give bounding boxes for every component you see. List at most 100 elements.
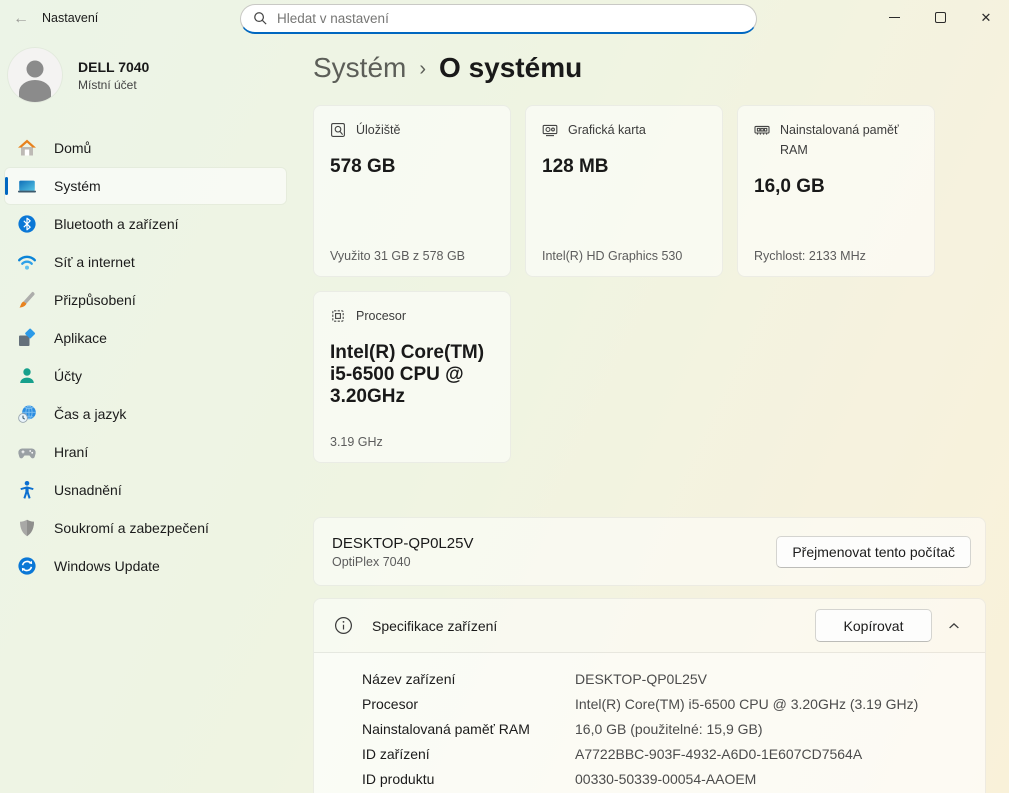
sidebar-item-label: Aplikace	[54, 330, 107, 346]
privacy-icon	[17, 518, 37, 538]
close-button[interactable]: ✕	[963, 0, 1009, 34]
system-icon	[17, 176, 37, 196]
card-footer: 3.19 GHz	[330, 435, 494, 449]
maximize-icon	[935, 12, 946, 23]
minimize-icon	[889, 17, 900, 18]
card-value: Intel(R) Core(TM) i5-6500 CPU @ 3.20GHz	[330, 342, 494, 408]
sidebar: DELL 7040 Místní účet Domů Systém Blueto…	[0, 40, 300, 793]
device-name: DESKTOP-QP0L25V	[332, 535, 473, 552]
gpu-icon	[542, 122, 558, 138]
maximize-button[interactable]	[917, 0, 963, 34]
sidebar-item-label: Systém	[54, 178, 101, 194]
user-account-block[interactable]: DELL 7040 Místní účet	[0, 40, 300, 102]
close-icon: ✕	[981, 11, 992, 24]
breadcrumb: Systém › O systému	[313, 52, 582, 84]
sidebar-item-accounts[interactable]: Účty	[5, 358, 286, 394]
sidebar-item-label: Čas a jazyk	[54, 406, 126, 422]
card-footer: Intel(R) HD Graphics 530	[542, 249, 706, 263]
card-title: Nainstalovaná paměť RAM	[780, 120, 918, 160]
spec-value: DESKTOP-QP0L25V	[575, 671, 985, 687]
storage-icon	[330, 122, 346, 138]
spec-row-product-id: ID produktu 00330-50339-00054-AAOEM	[362, 766, 985, 791]
sidebar-item-label: Windows Update	[54, 558, 160, 574]
sidebar-item-label: Domů	[54, 140, 91, 156]
time-language-icon	[17, 404, 37, 424]
card-title: Grafická karta	[568, 120, 646, 140]
chevron-right-icon: ›	[419, 58, 426, 81]
main-content: Systém › O systému Úložiště 578 GB Využi…	[313, 40, 989, 793]
ram-icon	[754, 122, 770, 138]
bluetooth-icon	[17, 214, 37, 234]
spec-row-processor: Procesor Intel(R) Core(TM) i5-6500 CPU @…	[362, 691, 985, 716]
storage-card: Úložiště 578 GB Využito 31 GB z 578 GB	[313, 105, 511, 277]
sidebar-nav: Domů Systém Bluetooth a zařízení Síť a i…	[0, 130, 300, 584]
sidebar-item-time-language[interactable]: Čas a jazyk	[5, 396, 286, 432]
sidebar-item-personalization[interactable]: Přizpůsobení	[5, 282, 286, 318]
rename-pc-button[interactable]: Přejmenovat tento počítač	[776, 536, 971, 568]
breadcrumb-parent[interactable]: Systém	[313, 52, 406, 84]
device-specs-header[interactable]: Specifikace zařízení Kopírovat	[314, 599, 985, 653]
sidebar-item-bluetooth-devices[interactable]: Bluetooth a zařízení	[5, 206, 286, 242]
sidebar-item-gaming[interactable]: Hraní	[5, 434, 286, 470]
minimize-button[interactable]	[871, 0, 917, 34]
sidebar-item-apps[interactable]: Aplikace	[5, 320, 286, 356]
card-footer: Rychlost: 2133 MHz	[754, 249, 918, 263]
sidebar-item-label: Soukromí a zabezpečení	[54, 520, 209, 536]
person-icon	[8, 48, 62, 102]
gaming-icon	[17, 442, 37, 462]
windows-update-icon	[17, 556, 37, 576]
card-title: Procesor	[356, 306, 406, 326]
sidebar-item-label: Usnadnění	[54, 482, 122, 498]
device-specs-expander: Specifikace zařízení Kopírovat Název zař…	[313, 598, 986, 793]
spec-label: ID zařízení	[362, 746, 575, 762]
search-input[interactable]	[277, 11, 744, 26]
summary-cards: Úložiště 578 GB Využito 31 GB z 578 GB G…	[313, 105, 953, 463]
accessibility-icon	[17, 480, 37, 500]
device-model: OptiPlex 7040	[332, 555, 473, 569]
apps-icon	[17, 328, 37, 348]
card-value: 128 MB	[542, 156, 706, 178]
sidebar-item-privacy-security[interactable]: Soukromí a zabezpečení	[5, 510, 286, 546]
avatar	[8, 48, 62, 102]
copy-button[interactable]: Kopírovat	[815, 609, 932, 642]
title-bar: ← Nastavení ✕	[0, 0, 1009, 40]
ram-card: Nainstalovaná paměť RAM 16,0 GB Rychlost…	[737, 105, 935, 277]
spec-label: ID produktu	[362, 771, 575, 787]
sidebar-item-network-internet[interactable]: Síť a internet	[5, 244, 286, 280]
card-footer: Využito 31 GB z 578 GB	[330, 249, 494, 263]
device-specs-title: Specifikace zařízení	[372, 618, 497, 634]
back-button[interactable]: ←	[8, 8, 34, 30]
home-icon	[17, 138, 37, 158]
spec-value: Intel(R) Core(TM) i5-6500 CPU @ 3.20GHz …	[575, 696, 985, 712]
device-name-card: DESKTOP-QP0L25V OptiPlex 7040 Přejmenova…	[313, 517, 986, 586]
sidebar-item-label: Hraní	[54, 444, 88, 460]
spec-row-device-name: Název zařízení DESKTOP-QP0L25V	[362, 666, 985, 691]
accounts-icon	[17, 366, 37, 386]
spec-value: A7722BBC-903F-4932-A6D0-1E607CD7564A	[575, 746, 985, 762]
spec-label: Procesor	[362, 696, 575, 712]
sidebar-item-label: Účty	[54, 368, 82, 384]
page-title: O systému	[439, 52, 582, 84]
sidebar-item-label: Bluetooth a zařízení	[54, 216, 179, 232]
spec-value: 16,0 GB (použitelné: 15,9 GB)	[575, 721, 985, 737]
card-value: 16,0 GB	[754, 176, 918, 198]
sidebar-item-home[interactable]: Domů	[5, 130, 286, 166]
sidebar-item-windows-update[interactable]: Windows Update	[5, 548, 286, 584]
sidebar-item-label: Síť a internet	[54, 254, 135, 270]
device-specs-body: Název zařízení DESKTOP-QP0L25V Procesor …	[314, 653, 985, 793]
sidebar-item-system[interactable]: Systém	[5, 168, 286, 204]
cpu-icon	[330, 308, 346, 324]
search-box[interactable]	[240, 4, 757, 34]
spec-row-ram: Nainstalovaná paměť RAM 16,0 GB (použite…	[362, 716, 985, 741]
user-account-type: Místní účet	[78, 78, 149, 92]
card-value: 578 GB	[330, 156, 494, 178]
info-icon	[334, 616, 353, 635]
sidebar-item-accessibility[interactable]: Usnadnění	[5, 472, 286, 508]
user-name: DELL 7040	[78, 59, 149, 75]
network-icon	[17, 252, 37, 272]
chevron-up-icon[interactable]	[939, 611, 969, 641]
spec-label: Název zařízení	[362, 671, 575, 687]
search-icon	[253, 11, 268, 26]
graphics-card: Grafická karta 128 MB Intel(R) HD Graphi…	[525, 105, 723, 277]
spec-value: 00330-50339-00054-AAOEM	[575, 771, 985, 787]
